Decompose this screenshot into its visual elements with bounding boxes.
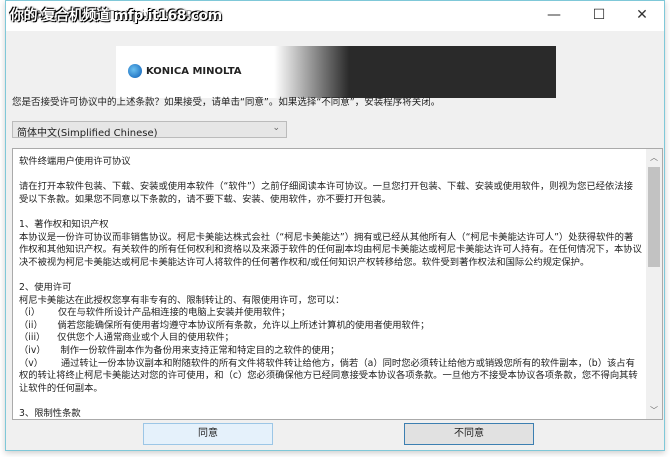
- maximize-button[interactable]: ☐: [579, 4, 619, 26]
- language-selected: 简体中文(Simplified Chinese): [17, 128, 158, 139]
- brand-name: KONICA MINOLTA: [146, 65, 242, 77]
- license-line: （iv） 制作一份软件副本作为备份用来支持正常和特定目的之软件的使用；: [19, 344, 340, 356]
- license-line: 2、使用许可: [19, 281, 72, 293]
- disagree-button[interactable]: 不同意: [404, 423, 534, 445]
- scroll-down-icon[interactable]: ﹀: [646, 405, 662, 416]
- vertical-scrollbar[interactable]: ︿ ﹀: [646, 149, 662, 419]
- brand-banner: KONICA MINOLTA: [116, 46, 556, 98]
- license-line: （i） 仅在与软件所设计产品相连接的电脑上安装并使用软件；: [19, 307, 291, 319]
- license-line: 3、限制性条款: [19, 407, 81, 419]
- agree-button[interactable]: 同意: [143, 423, 273, 445]
- installer-window: KONICA MINOLTA Universal PCL 你的·复合机频道 mf…: [5, 0, 665, 451]
- konica-minolta-logo: KONICA MINOLTA: [128, 64, 242, 78]
- license-line: 1、著作权和知识产权: [19, 218, 109, 230]
- minimize-button[interactable]: —: [534, 4, 574, 26]
- title-bar: KONICA MINOLTA Universal PCL 你的·复合机频道 mf…: [6, 1, 664, 31]
- license-line: （v） 通过转让一份本协议副本和附随软件的所有文件将软件转让给他方，倘若（a）同…: [19, 357, 638, 394]
- scrollbar-thumb[interactable]: [648, 167, 660, 267]
- accept-prompt: 您是否接受许可协议中的上述条款？如果接受，请单击“同意”。如果选择“不同意”，安…: [12, 97, 441, 108]
- license-line: [19, 169, 642, 182]
- license-line: [19, 269, 642, 282]
- license-text-area[interactable]: 软件终端用户使用许可协议 请在打开本软件包装、下载、安装或使用本软件（“软件”）…: [12, 148, 663, 420]
- license-content: 软件终端用户使用许可协议 请在打开本软件包装、下载、安装或使用本软件（“软件”）…: [19, 156, 642, 419]
- close-button[interactable]: ✕: [622, 4, 662, 26]
- language-select[interactable]: 简体中文(Simplified Chinese) ⌄: [12, 121, 287, 139]
- globe-icon: [128, 64, 142, 78]
- license-line: 请在打开本软件包装、下载、安装或使用本软件（“软件”）之前仔细阅读本许可协议。一…: [19, 181, 633, 205]
- watermark: 你的·复合机频道 mfp.it168.com: [10, 8, 222, 24]
- license-line: [19, 206, 642, 219]
- license-line: 软件终端用户使用许可协议: [19, 156, 131, 167]
- license-line: （ii） 倘若您能确保所有使用者均遵守本协议所有条款，允许以上所述计算机的使用者…: [19, 319, 430, 331]
- license-line: 柯尼卡美能达在此授权您享有非专有的、限制转让的、有限使用许可，您可以：: [19, 294, 345, 306]
- license-line: （iii） 仅供您个人通常商业或个人目的使用软件；: [19, 332, 234, 344]
- license-line: [19, 395, 642, 408]
- chevron-down-icon: ⌄: [272, 123, 280, 133]
- scroll-up-icon[interactable]: ︿: [646, 152, 662, 163]
- license-line: 本协议是一份许可协议而非销售协议。柯尼卡美能达株式会社（“柯尼卡美能达”）拥有或…: [19, 231, 642, 268]
